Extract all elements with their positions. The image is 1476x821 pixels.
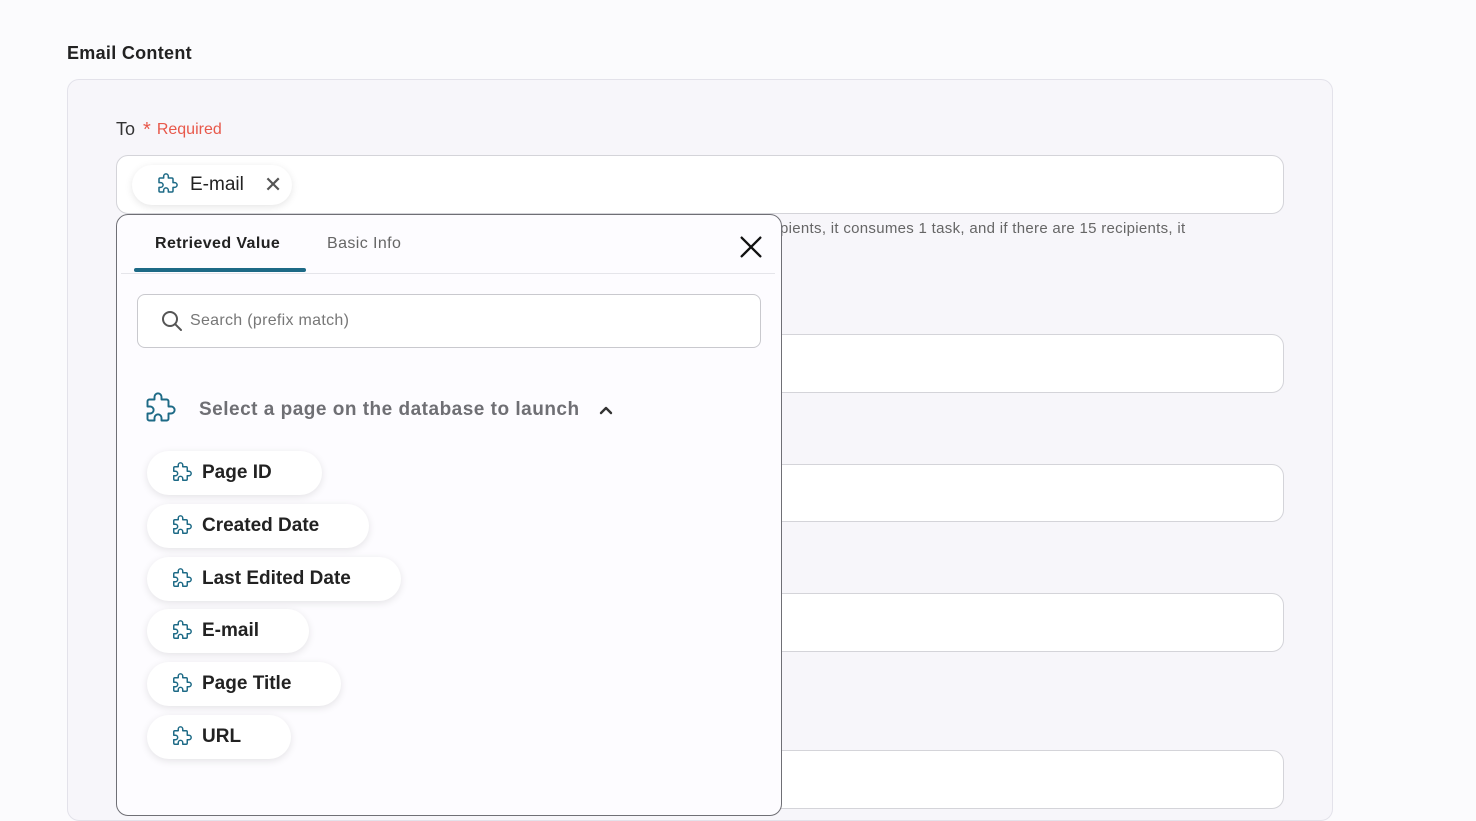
puzzle-icon — [173, 514, 192, 534]
search-input[interactable] — [188, 295, 752, 347]
list-item-label: Page ID — [202, 462, 272, 483]
chevron-up-icon[interactable] — [598, 402, 614, 418]
search-icon — [162, 311, 182, 331]
required-star: * — [143, 118, 151, 141]
section-title: Email Content — [67, 43, 192, 63]
tab-retrieved-value[interactable]: Retrieved Value — [155, 235, 280, 253]
list-item-label: Page Title — [202, 673, 292, 694]
list-item-email[interactable]: E-mail — [147, 609, 310, 653]
search-box — [137, 294, 761, 348]
list-item-created-date[interactable]: Created Date — [147, 504, 370, 548]
to-chip-label: E-mail — [190, 174, 244, 195]
puzzle-icon — [173, 567, 192, 587]
to-chip[interactable]: E-mail ✕ — [132, 165, 293, 205]
chip-close-icon[interactable]: ✕ — [264, 174, 282, 196]
list-item-page-title[interactable]: Page Title — [147, 662, 342, 706]
list-item-page-id[interactable]: Page ID — [147, 451, 322, 495]
list-item-last-edited-date[interactable]: Last Edited Date — [147, 557, 401, 601]
group-label: Select a page on the database to launch — [199, 399, 580, 420]
to-label-text: To — [116, 119, 136, 139]
helper-text: pients, it consumes 1 task, and if there… — [780, 220, 1186, 237]
puzzle-icon — [173, 461, 192, 481]
list-item-url[interactable]: URL — [147, 715, 292, 759]
list-item-label: Created Date — [202, 515, 320, 536]
list-item-label: URL — [202, 726, 242, 747]
active-tab-indicator — [134, 268, 306, 272]
to-label: To * Required — [116, 119, 222, 140]
puzzle-icon — [173, 672, 192, 692]
popup-tabs: Retrieved Value Basic Info — [121, 215, 775, 274]
tab-basic-info[interactable]: Basic Info — [327, 235, 401, 253]
puzzle-icon — [146, 392, 176, 422]
puzzle-icon — [158, 173, 178, 193]
required-text: Required — [156, 120, 222, 138]
close-icon[interactable] — [737, 233, 765, 261]
list-item-label: Last Edited Date — [202, 568, 351, 589]
group-header[interactable]: Select a page on the database to launch — [137, 389, 614, 431]
puzzle-icon — [173, 725, 192, 745]
puzzle-icon — [173, 619, 192, 639]
list-item-label: E-mail — [202, 620, 260, 641]
